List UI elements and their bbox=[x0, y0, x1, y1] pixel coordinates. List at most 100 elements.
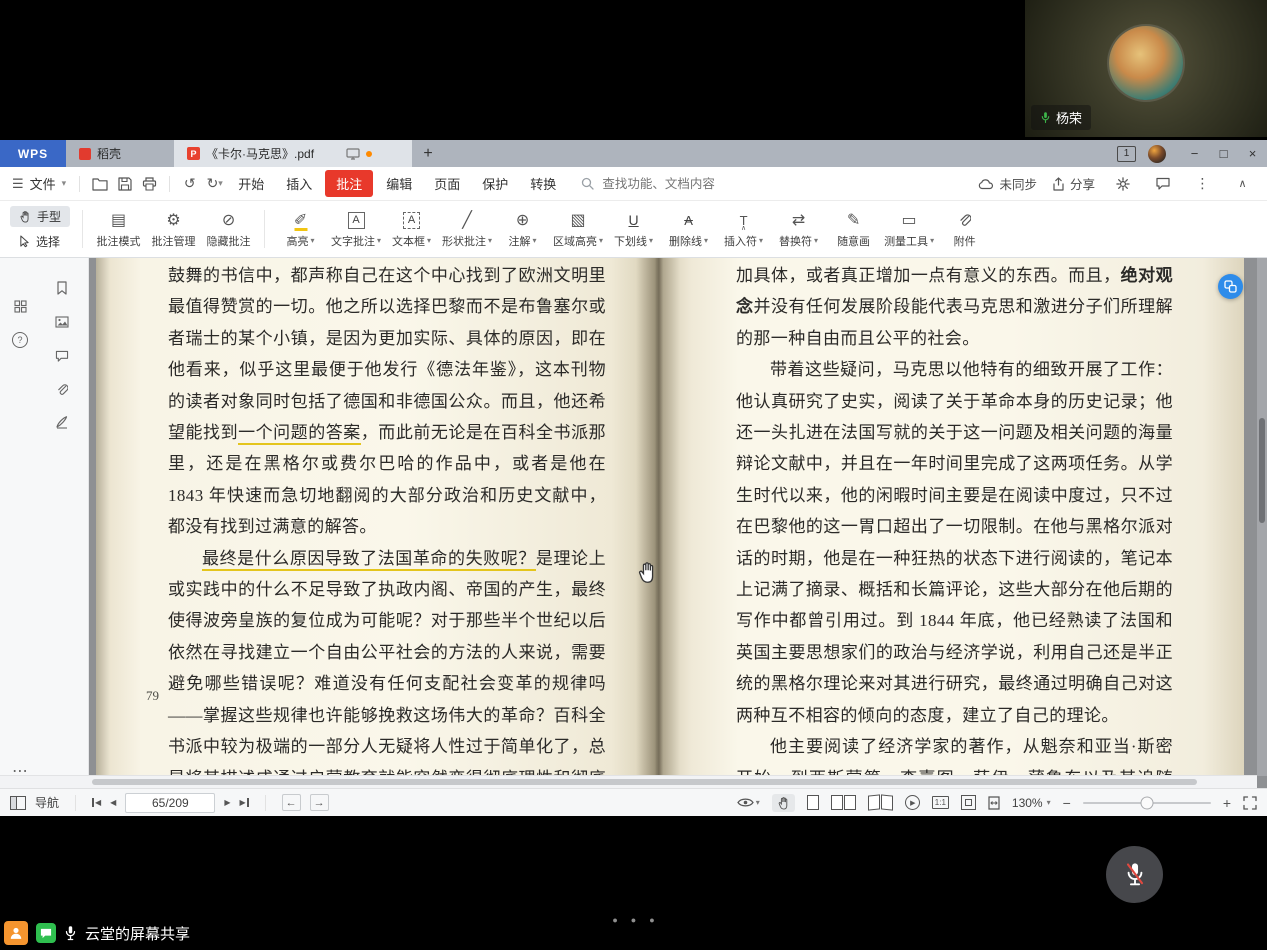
print-button[interactable] bbox=[137, 172, 162, 195]
ribbon-button-highlight[interactable]: ✐ 高亮▾ bbox=[273, 204, 328, 254]
last-page-button[interactable]: ▶ bbox=[239, 798, 248, 807]
mute-toggle-button[interactable] bbox=[1106, 846, 1163, 903]
ribbon-button-insert-caret[interactable]: T∧ 插入符▾ bbox=[716, 204, 771, 254]
play-slideshow-button[interactable]: ▶ bbox=[905, 795, 920, 810]
fit-width-button[interactable] bbox=[988, 796, 1000, 810]
page-left[interactable]: 79 鼓舞的书信中，都声称自己在这个中心找到了欧洲文明里最值得赞赏的一切。他之所… bbox=[96, 258, 656, 776]
meeting-app-icon[interactable] bbox=[4, 921, 28, 945]
search-input[interactable] bbox=[600, 176, 754, 192]
menu-item-convert[interactable]: 转换 bbox=[519, 170, 567, 197]
signature-panel-icon[interactable] bbox=[54, 414, 70, 430]
ribbon-button-attachment[interactable]: 附件 bbox=[937, 204, 992, 254]
hand-tool-button[interactable]: 手型 bbox=[10, 206, 70, 227]
search-box[interactable] bbox=[581, 176, 754, 192]
chat-app-icon[interactable] bbox=[36, 923, 56, 943]
vertical-scrollbar-thumb[interactable] bbox=[1259, 418, 1265, 523]
attachments-panel-icon[interactable] bbox=[54, 381, 70, 397]
bookmarks-icon[interactable] bbox=[54, 280, 70, 296]
menu-item-page[interactable]: 页面 bbox=[423, 170, 471, 197]
ribbon-button-underline[interactable]: U 下划线▾ bbox=[606, 204, 661, 254]
carousel-dots[interactable]: ● ● ● bbox=[612, 915, 654, 925]
open-button[interactable] bbox=[87, 172, 112, 195]
ribbon-button-hide-comments[interactable]: ⊘ 隐藏批注 bbox=[201, 204, 256, 254]
floating-assistant-button[interactable] bbox=[1218, 274, 1243, 299]
page-paragraph: 他主要阅读了经济学家的著作，从魁奈和亚当·斯密开始，到西斯蒙第、李嘉图、萨伊、蒲… bbox=[736, 731, 1173, 776]
previous-page-button[interactable]: ◀ bbox=[110, 798, 116, 807]
carousel-dot[interactable]: ● bbox=[631, 915, 636, 925]
collapse-ribbon-button[interactable]: ∧ bbox=[1230, 172, 1255, 195]
tab-document[interactable]: P 《卡尔·马克思》.pdf bbox=[174, 140, 412, 167]
view-forward-button[interactable]: → bbox=[310, 794, 329, 811]
zoom-in-button[interactable]: + bbox=[1223, 795, 1231, 811]
ribbon-button-replace-mark[interactable]: ⇄ 替换符▾ bbox=[771, 204, 826, 254]
undo-button[interactable]: ↺ bbox=[177, 172, 202, 195]
wps-logo[interactable]: WPS bbox=[0, 140, 66, 167]
view-back-button[interactable]: ← bbox=[282, 794, 301, 811]
settings-icon[interactable] bbox=[1110, 172, 1135, 195]
unsaved-dot-icon bbox=[366, 151, 372, 157]
horizontal-scrollbar[interactable] bbox=[0, 775, 1257, 788]
select-tool-button[interactable]: 选择 bbox=[10, 231, 70, 252]
vertical-scrollbar[interactable] bbox=[1257, 258, 1267, 776]
ribbon-button-free-draw[interactable]: ✎ 随意画 bbox=[826, 204, 881, 254]
file-menu[interactable]: ☰ 文件 ▾ bbox=[12, 174, 66, 193]
window-count-badge[interactable]: 1 bbox=[1117, 146, 1136, 162]
new-tab-button[interactable]: + bbox=[412, 140, 444, 167]
mic-on-icon bbox=[64, 925, 77, 941]
minimize-button[interactable]: − bbox=[1180, 140, 1209, 167]
zoom-level-dropdown[interactable]: 130% ▾ bbox=[1012, 796, 1051, 810]
horizontal-scrollbar-thumb[interactable] bbox=[92, 779, 1197, 785]
fit-page-button[interactable] bbox=[961, 795, 976, 810]
chevron-down-icon: ▾ bbox=[377, 236, 381, 245]
two-page-view-button[interactable] bbox=[831, 795, 856, 810]
book-view-button[interactable] bbox=[868, 795, 893, 810]
page-canvas[interactable]: 79 鼓舞的书信中，都声称自己在这个中心找到了欧洲文明里最值得赞赏的一切。他之所… bbox=[88, 258, 1257, 776]
thumbnail-panel-icon[interactable] bbox=[12, 298, 28, 314]
ribbon-button-area-highlight[interactable]: ▧ 区域高亮▾ bbox=[550, 204, 606, 254]
menu-item-edit[interactable]: 编辑 bbox=[375, 170, 423, 197]
chevron-down-icon: ▾ bbox=[1047, 798, 1051, 807]
tab-docer[interactable]: 稻壳 bbox=[66, 140, 134, 167]
save-button[interactable] bbox=[112, 172, 137, 195]
navigation-toggle[interactable]: 导航 bbox=[10, 794, 59, 811]
chevron-down-icon: ▾ bbox=[930, 236, 934, 245]
sync-status[interactable]: 未同步 bbox=[978, 174, 1037, 193]
menu-item-insert[interactable]: 插入 bbox=[275, 170, 323, 197]
menu-item-comment[interactable]: 批注 bbox=[325, 170, 373, 197]
images-panel-icon[interactable] bbox=[54, 314, 70, 330]
ribbon-button-strikethrough[interactable]: A 删除线▾ bbox=[661, 204, 716, 254]
ribbon-button-comment-mode[interactable]: ▤ 批注模式 bbox=[91, 204, 146, 254]
single-page-view-button[interactable] bbox=[807, 795, 819, 810]
hand-mode-button[interactable] bbox=[772, 794, 795, 812]
next-page-button[interactable]: ▶ bbox=[224, 798, 230, 807]
ribbon-button-shape-comment[interactable]: ╱ 形状批注▾ bbox=[439, 204, 495, 254]
ribbon-button-comment-manage[interactable]: ⚙ 批注管理 bbox=[146, 204, 201, 254]
zoom-out-button[interactable]: − bbox=[1063, 795, 1071, 811]
share-button[interactable]: 分享 bbox=[1052, 174, 1095, 193]
page-right[interactable]: 加具体，或者真正增加一点有意义的东西。而且，绝对观念并没有任何发展阶段能代表马克… bbox=[656, 258, 1244, 776]
menu-item-start[interactable]: 开始 bbox=[227, 170, 275, 197]
eye-protect-button[interactable]: ▾ bbox=[737, 797, 760, 808]
ribbon-button-measure[interactable]: ▭ 测量工具▾ bbox=[881, 204, 937, 254]
zoom-slider-knob[interactable] bbox=[1140, 796, 1153, 809]
comment-bubble-icon[interactable] bbox=[1150, 172, 1175, 195]
close-button[interactable]: × bbox=[1238, 140, 1267, 167]
fullscreen-button[interactable] bbox=[1243, 796, 1257, 810]
participant-video[interactable]: 杨荣 bbox=[1025, 0, 1267, 137]
actual-size-button[interactable]: 1:1 bbox=[932, 796, 949, 809]
carousel-dot[interactable]: ● bbox=[612, 915, 617, 925]
menu-item-protect[interactable]: 保护 bbox=[471, 170, 519, 197]
redo-button[interactable]: ↻▾ bbox=[202, 172, 227, 195]
comments-panel-icon[interactable] bbox=[54, 348, 70, 364]
ribbon-button-text-box[interactable]: A 文本框▾ bbox=[384, 204, 439, 254]
first-page-button[interactable]: ◀ bbox=[92, 798, 101, 807]
more-kebab-icon[interactable]: ⋮ bbox=[1190, 172, 1215, 195]
maximize-button[interactable]: □ bbox=[1209, 140, 1238, 167]
carousel-dot[interactable]: ● bbox=[649, 915, 654, 925]
page-indicator[interactable]: 65/209 bbox=[125, 793, 215, 813]
ribbon-button-note[interactable]: ⊕ 注解▾ bbox=[495, 204, 550, 254]
account-avatar[interactable] bbox=[1148, 145, 1166, 163]
ribbon-button-text-comment[interactable]: A 文字批注▾ bbox=[328, 204, 384, 254]
zoom-slider[interactable] bbox=[1083, 802, 1211, 804]
help-icon[interactable]: ? bbox=[12, 332, 28, 348]
